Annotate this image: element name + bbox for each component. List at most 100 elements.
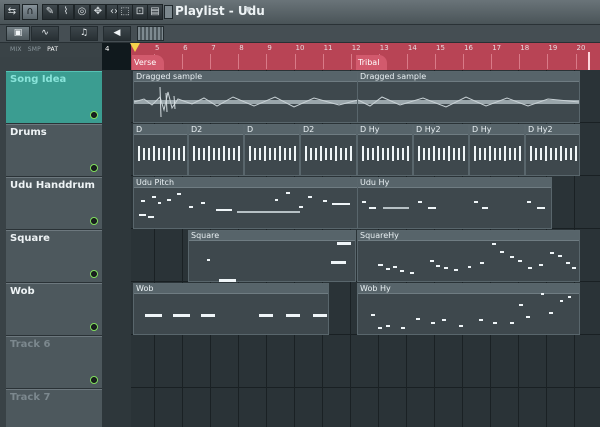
drum-hit xyxy=(484,148,486,160)
ruler-tick-label: 6 xyxy=(183,44,188,52)
drum-hit xyxy=(367,148,369,160)
track-name: Wob xyxy=(10,286,35,297)
track-wob[interactable]: Wob xyxy=(6,283,102,336)
drum-hit xyxy=(325,148,327,160)
playlist-subtoolbar: ▣ ∿ ♫ ◀ xyxy=(0,25,600,43)
ruler-tick-line xyxy=(350,54,352,69)
drum-hit xyxy=(350,146,352,161)
drum-hit xyxy=(382,148,384,160)
track-drums[interactable]: Drums xyxy=(6,124,102,177)
pattern-clip[interactable]: Wob xyxy=(133,283,329,335)
pattern-clip[interactable]: Udu Hy xyxy=(357,177,552,229)
drum-hit xyxy=(320,146,322,161)
slip-icon[interactable]: ✥ xyxy=(90,4,106,20)
clip-label: Udu Pitch xyxy=(136,178,175,187)
song-end-marker[interactable] xyxy=(588,52,590,70)
track-song-idea[interactable]: Song Idea xyxy=(6,71,102,124)
clip-label: D Hy xyxy=(472,125,492,134)
pattern-view-icon[interactable]: ▣ xyxy=(6,26,30,41)
ruler-tick-line xyxy=(519,54,521,69)
drum-hit xyxy=(284,148,286,160)
drum-hit xyxy=(494,148,496,160)
marker-tribal[interactable]: Tribal xyxy=(356,55,388,70)
playlist-window: ⇆ ∩ ✎ ⌇ ◎ ✥ ‹› ⬚ ⊡ ▤ Playlist - Udu ▼ ▣ … xyxy=(0,0,600,427)
drum-hit xyxy=(499,148,501,160)
track-enable-icon[interactable] xyxy=(90,111,98,119)
ruler-tick-label: 5 xyxy=(155,44,160,52)
drum-hit xyxy=(249,146,251,161)
drum-hit xyxy=(345,148,347,160)
mode-smp[interactable]: SMP xyxy=(28,46,41,53)
menu-arrows-icon[interactable]: ⇆ xyxy=(4,4,20,20)
pattern-clip[interactable]: SquareHy xyxy=(357,230,580,282)
audio-clip[interactable]: Dragged sample xyxy=(357,71,580,123)
drum-pattern-clip[interactable]: D2 xyxy=(300,124,357,176)
ruler-tick-label: 7 xyxy=(211,44,216,52)
title-dropdown-icon[interactable]: ▼ xyxy=(245,5,251,14)
automation-view-icon[interactable]: ∿ xyxy=(31,26,59,41)
ruler-tick-line xyxy=(547,54,549,69)
drum-hit xyxy=(259,148,261,160)
track-enable-icon[interactable] xyxy=(90,323,98,331)
drum-hit xyxy=(138,146,140,161)
pattern-clip[interactable]: Square xyxy=(188,230,356,282)
mode-pat[interactable]: PAT xyxy=(47,46,58,53)
drum-pattern-clip[interactable]: D xyxy=(244,124,300,176)
pattern-clip[interactable]: Wob Hy xyxy=(357,283,580,335)
drum-hit xyxy=(233,148,235,160)
playlist-grid[interactable]: Dragged sample Dragged sample D D2 D D2 D Hy… xyxy=(131,70,600,427)
drum-hit xyxy=(340,148,342,160)
track-udu-handdrum[interactable]: Udu Handdrum xyxy=(6,177,102,230)
drum-hit xyxy=(514,148,516,160)
ruler-tick-label: 12 xyxy=(351,44,361,52)
drum-hit xyxy=(274,148,276,160)
track-6[interactable]: Track 6 xyxy=(6,336,102,389)
pattern-clip[interactable]: Udu Pitch xyxy=(133,177,358,229)
ruler-tick-label: 14 xyxy=(407,44,417,52)
drum-hit xyxy=(279,146,281,161)
playback-icon[interactable]: ▤ xyxy=(147,4,163,20)
track-7[interactable]: Track 7 xyxy=(6,389,102,427)
track-square[interactable]: Square xyxy=(6,230,102,283)
drum-hit xyxy=(223,146,225,161)
drum-hit xyxy=(218,148,220,160)
brush-icon[interactable]: ⌇ xyxy=(58,4,74,20)
mode-selector[interactable]: MIX SMP PAT xyxy=(0,43,102,57)
timeline-ruler[interactable]: 4 56789101112131415161718192021 Verse Tr… xyxy=(102,43,600,70)
clip-label: Dragged sample xyxy=(136,72,203,81)
drum-hit xyxy=(238,146,240,161)
grid-track-row xyxy=(131,388,600,427)
drum-pattern-clip[interactable]: D2 xyxy=(188,124,244,176)
drum-pattern-clip[interactable]: D Hy2 xyxy=(413,124,469,176)
drum-pattern-clip[interactable]: D Hy2 xyxy=(525,124,580,176)
track-enable-icon[interactable] xyxy=(90,164,98,172)
ruler-tick-label: 18 xyxy=(520,44,530,52)
marker-verse[interactable]: Verse xyxy=(132,55,165,70)
magnet-icon[interactable]: ∩ xyxy=(22,4,38,20)
clip-label: Square xyxy=(191,231,220,240)
drum-pattern-clip[interactable]: D xyxy=(133,124,188,176)
drum-pattern-clip[interactable]: D Hy xyxy=(469,124,525,176)
audio-clip[interactable]: Dragged sample xyxy=(133,71,359,123)
drum-hit xyxy=(264,146,266,161)
draw-icon[interactable]: ✎ xyxy=(42,4,58,20)
drum-hit xyxy=(438,148,440,160)
drum-hit xyxy=(392,146,394,161)
window-title-handle[interactable] xyxy=(164,5,173,19)
track-name: Song Idea xyxy=(10,74,67,85)
track-enable-icon[interactable] xyxy=(90,270,98,278)
scroll-left-icon[interactable]: ◀ xyxy=(103,26,131,41)
track-enable-icon[interactable] xyxy=(90,217,98,225)
mute-icon[interactable]: ◎ xyxy=(74,4,90,20)
drum-pattern-clip[interactable]: D Hy xyxy=(357,124,413,176)
horizontal-scroll-grip[interactable] xyxy=(137,26,164,41)
mode-mix[interactable]: MIX xyxy=(10,46,22,53)
track-enable-icon[interactable] xyxy=(90,376,98,384)
note-view-icon[interactable]: ♫ xyxy=(70,26,98,41)
select-icon[interactable]: ⬚ xyxy=(117,4,133,20)
drum-hit xyxy=(397,148,399,160)
playhead-marker[interactable] xyxy=(130,43,140,52)
clip-label: D Hy2 xyxy=(528,125,553,134)
zoom-icon[interactable]: ⊡ xyxy=(132,4,148,20)
drum-hit xyxy=(178,148,180,160)
